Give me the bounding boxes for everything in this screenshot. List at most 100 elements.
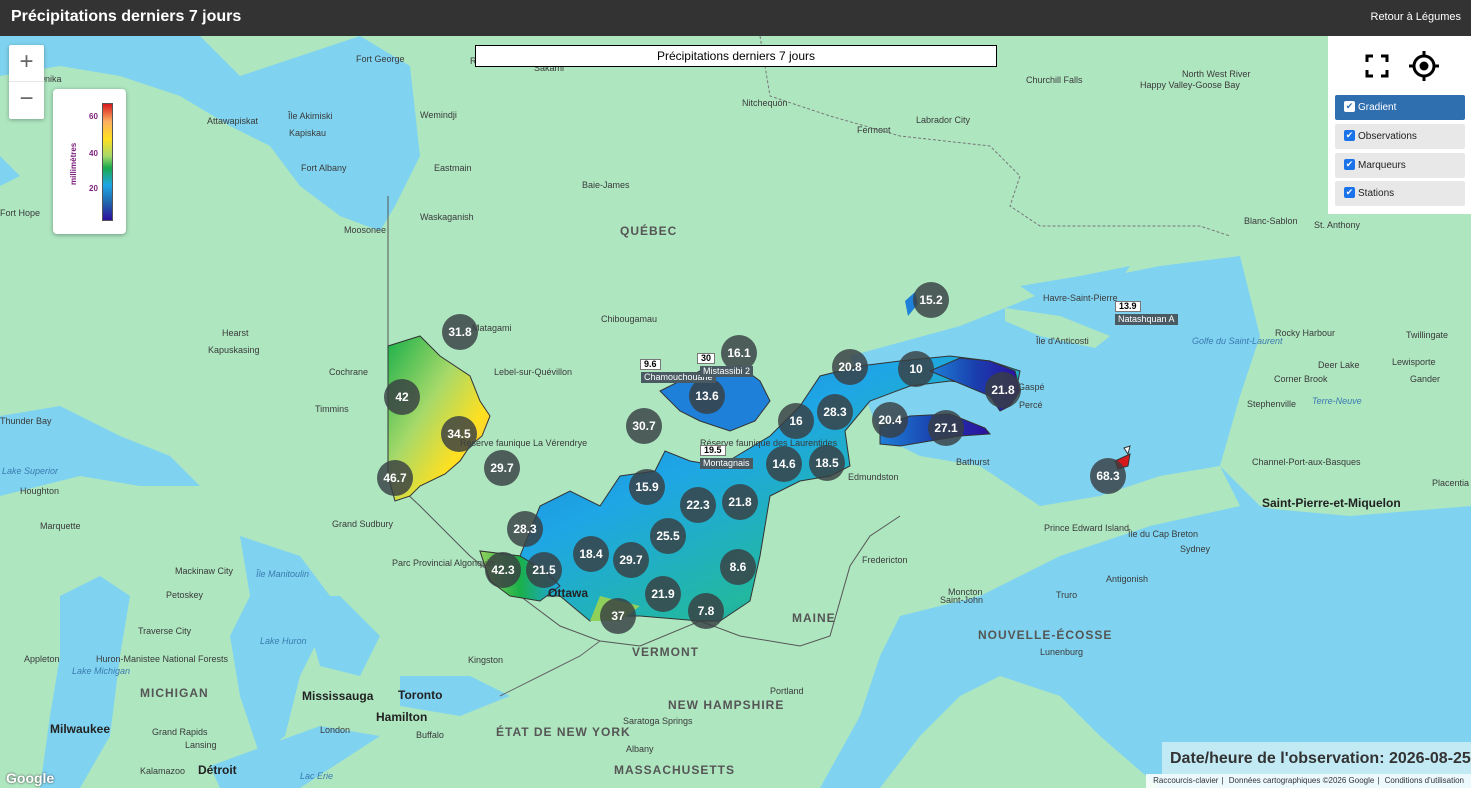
color-legend: 60 40 20 millimètres: [53, 89, 126, 234]
place-label: North West River: [1182, 69, 1251, 79]
layer-label: Gradient: [1358, 102, 1397, 113]
place-label: Lebel-sur-Quévillon: [494, 367, 573, 377]
place-label: Kapiskau: [289, 128, 327, 138]
precip-marker[interactable]: 42.3: [485, 552, 521, 588]
place-label: Huron-Manistee National Forests: [96, 654, 229, 664]
precip-marker[interactable]: 42: [384, 379, 420, 415]
place-label: Île du Cap Breton: [1128, 529, 1199, 539]
google-logo: Google: [6, 770, 55, 786]
station-label[interactable]: Montagnais: [700, 458, 753, 469]
precip-marker[interactable]: 29.7: [484, 450, 520, 486]
precip-marker[interactable]: 28.3: [817, 394, 853, 430]
precip-marker[interactable]: 31.8: [442, 314, 478, 350]
checkbox-icon[interactable]: ✔: [1344, 187, 1355, 198]
place-label: Rocky Harbour: [1275, 328, 1336, 338]
precip-marker[interactable]: 15.2: [913, 282, 949, 318]
place-label: Réserve faunique La Vérendrye: [460, 438, 588, 448]
place-label: Albany: [626, 744, 654, 754]
place-label: Portland: [770, 686, 804, 696]
place-label: Fredericton: [862, 555, 908, 565]
precip-marker[interactable]: 7.8: [688, 593, 724, 629]
precip-marker[interactable]: 46.7: [377, 460, 413, 496]
precip-marker[interactable]: 21.5: [526, 552, 562, 588]
precip-marker[interactable]: 27.1: [928, 410, 964, 446]
precip-marker[interactable]: 34.5: [441, 416, 477, 452]
precip-marker[interactable]: 20.4: [872, 402, 908, 438]
precip-marker[interactable]: 21.9: [645, 576, 681, 612]
zoom-in-button[interactable]: +: [9, 45, 44, 82]
place-label: Moosonee: [344, 225, 387, 235]
crosshair-icon[interactable]: [1408, 50, 1440, 82]
precip-marker[interactable]: 18.5: [809, 445, 845, 481]
place-label: Fort Albany: [301, 163, 347, 173]
station-value[interactable]: 9.6: [640, 359, 661, 370]
checkbox-icon[interactable]: ✔: [1344, 159, 1355, 170]
precip-marker[interactable]: 25.5: [650, 518, 686, 554]
place-label: Eastmain: [434, 163, 472, 173]
precip-marker[interactable]: 15.9: [629, 469, 665, 505]
precip-marker[interactable]: 37: [600, 598, 636, 634]
place-label: Deer Lake: [1318, 360, 1360, 370]
layer-observations[interactable]: ✔ Observations: [1335, 124, 1465, 149]
precip-marker[interactable]: 21.8: [722, 484, 758, 520]
place-label: Saratoga Springs: [623, 716, 693, 726]
precip-marker[interactable]: 14.6: [766, 446, 802, 482]
place-label: Saint-John: [940, 595, 984, 605]
legend-color-bar: [102, 103, 113, 221]
place-label: Prince Edward Island: [1044, 523, 1130, 533]
place-label: Antigonish: [1106, 574, 1149, 584]
precip-marker[interactable]: 30.7: [626, 408, 662, 444]
precip-marker[interactable]: 8.6: [720, 549, 756, 585]
fullscreen-icon[interactable]: [1364, 53, 1390, 79]
checkbox-icon[interactable]: ✔: [1344, 101, 1355, 112]
precip-marker[interactable]: 28.3: [507, 511, 543, 547]
place-label: Fermont: [857, 125, 891, 135]
place-label: Kapuskasing: [208, 345, 260, 355]
map-canvas[interactable]: Fort GeorgeRadissonSakamiChurchill Falls…: [0, 36, 1471, 788]
place-label: Hearst: [222, 328, 249, 338]
place-label: St. Anthony: [1314, 220, 1361, 230]
place-label: Labrador City: [916, 115, 971, 125]
place-label: Lake Superior: [2, 466, 59, 476]
place-label: Kalamazoo: [140, 766, 186, 776]
checkbox-icon[interactable]: ✔: [1344, 130, 1355, 141]
station-value[interactable]: 13.9: [1115, 301, 1141, 312]
station-value[interactable]: 19.5: [700, 445, 726, 456]
back-link[interactable]: Retour à Légumes: [1371, 11, 1462, 23]
precip-marker[interactable]: 68.3: [1090, 458, 1126, 494]
precip-marker[interactable]: 13.6: [689, 378, 725, 414]
precip-marker[interactable]: 18.4: [573, 536, 609, 572]
precip-marker[interactable]: 10: [898, 351, 934, 387]
zoom-out-button[interactable]: −: [9, 82, 44, 119]
layer-stations[interactable]: ✔ Stations: [1335, 181, 1465, 206]
place-label: Île Manitoulin: [256, 569, 310, 579]
place-label: Grand Rapids: [152, 727, 208, 737]
station-label[interactable]: Mistassibi 2: [700, 366, 754, 377]
observation-label: Date/heure de l'observation:: [1170, 750, 1385, 767]
terms-link[interactable]: Conditions d'utilisation: [1385, 776, 1464, 785]
app-title: Précipitations derniers 7 jours: [11, 8, 242, 25]
station-label[interactable]: Natashquan A: [1115, 314, 1178, 325]
precip-marker[interactable]: 22.3: [680, 487, 716, 523]
place-label: Twillingate: [1406, 330, 1449, 340]
place-label: Baie-James: [582, 180, 630, 190]
precip-marker[interactable]: 21.8: [985, 372, 1021, 408]
place-label: Fort George: [356, 54, 405, 64]
precip-marker[interactable]: 20.8: [832, 349, 868, 385]
station-value[interactable]: 30: [697, 353, 716, 364]
place-label: Lake Huron: [260, 636, 307, 646]
place-label: VERMONT: [632, 645, 699, 659]
place-label: MICHIGAN: [140, 686, 209, 700]
place-label: Houghton: [20, 486, 60, 496]
layer-gradient[interactable]: ✔ Gradient: [1335, 95, 1465, 120]
precip-marker[interactable]: 16: [778, 403, 814, 439]
observation-value: 2026-08-25: [1388, 750, 1471, 767]
place-label: Petoskey: [166, 590, 204, 600]
place-label: Buffalo: [416, 730, 444, 740]
keyboard-shortcuts-link[interactable]: Raccourcis-clavier: [1153, 776, 1218, 785]
place-label: Placentia: [1432, 478, 1470, 488]
place-label: Wemindji: [420, 110, 457, 120]
layer-markers[interactable]: ✔ Marqueurs: [1335, 153, 1465, 178]
legend-tick: 60: [89, 112, 98, 121]
precip-marker[interactable]: 29.7: [613, 542, 649, 578]
